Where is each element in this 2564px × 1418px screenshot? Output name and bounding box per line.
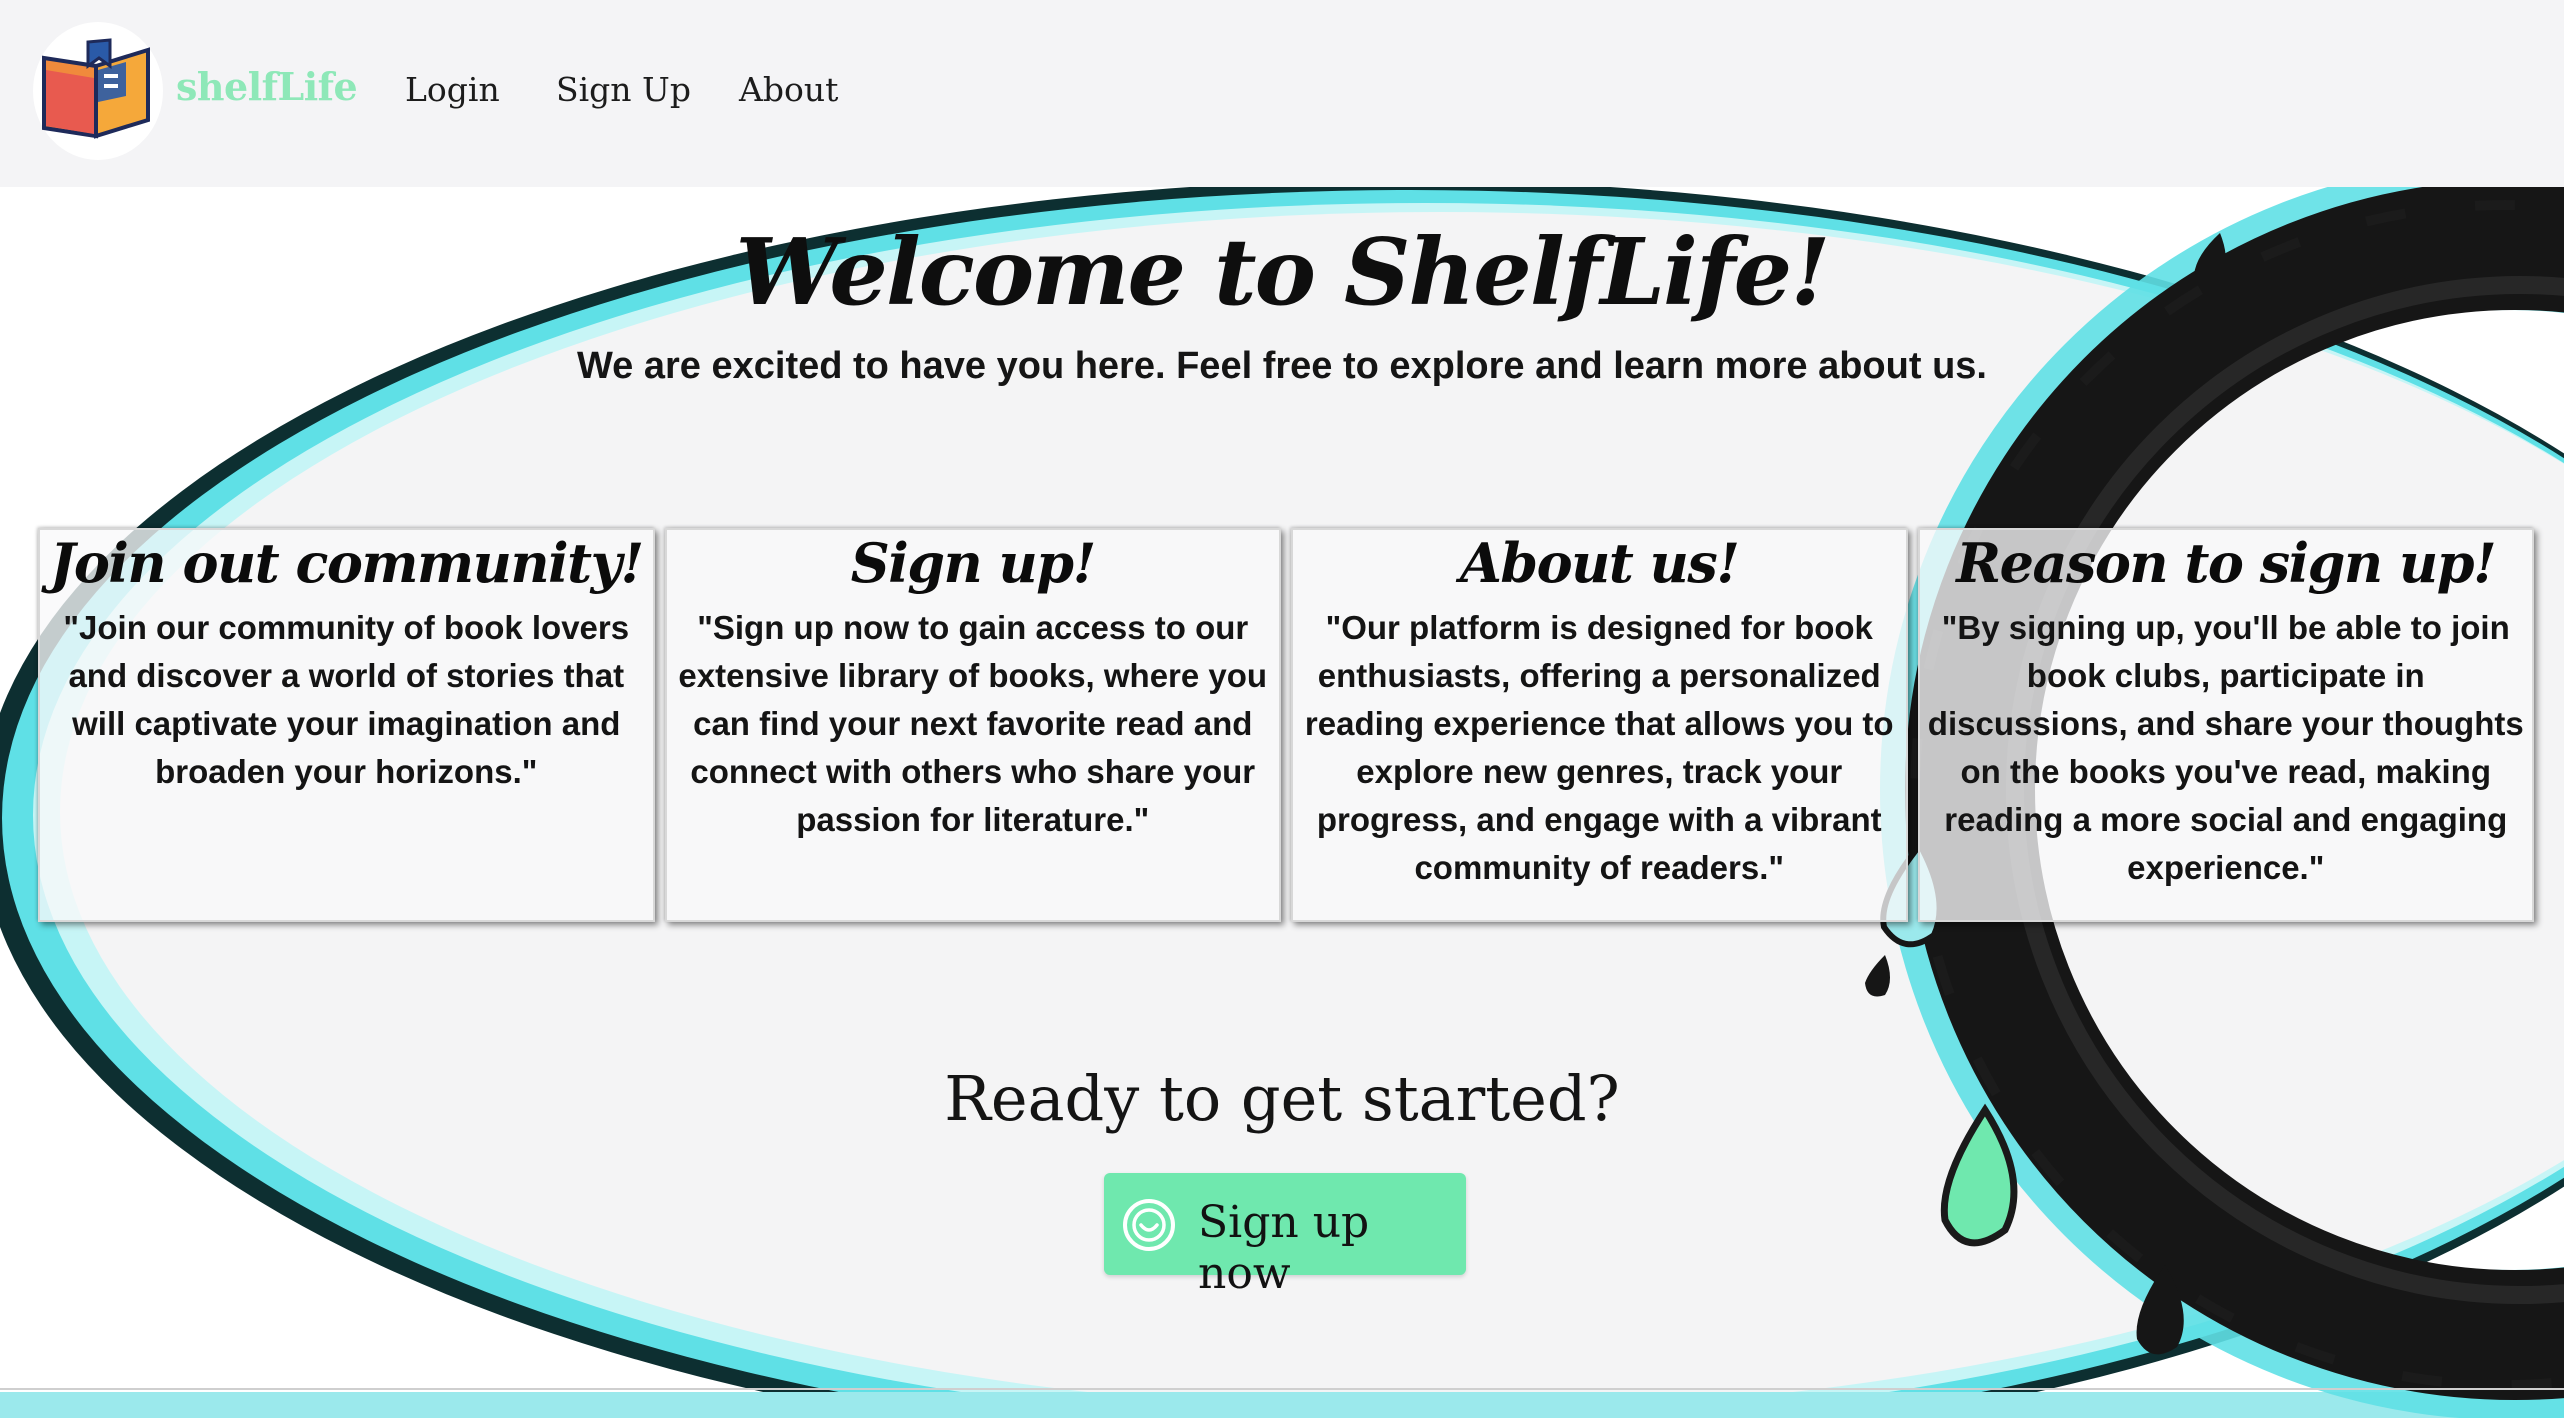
sign-up-now-label: Sign up now: [1198, 1197, 1370, 1299]
footer-divider: [0, 1388, 2564, 1390]
card-title: Reason to sign up!: [1956, 531, 2496, 595]
cta-heading: Ready to get started?: [944, 1062, 1620, 1135]
card-text: "Sign up now to gain access to our exten…: [678, 609, 1268, 838]
card-title: Join out community!: [49, 531, 644, 595]
nav-link-sign-up[interactable]: Sign Up: [556, 70, 691, 109]
card-title: Sign up!: [850, 531, 1097, 595]
card-reason-to-sign-up: Reason to sign up! "By signing up, you'l…: [1917, 528, 2534, 922]
brand-name[interactable]: shelfLife: [176, 64, 358, 109]
hero-subtitle: We are excited to have you here. Feel fr…: [577, 345, 1987, 387]
card-text: "By signing up, you'll be able to join b…: [1927, 609, 2524, 886]
card-sign-up: Sign up! "Sign up now to gain access to …: [664, 528, 1281, 922]
card-text: "Join our community of book lovers and d…: [63, 609, 630, 790]
card-text: "Our platform is designed for book enthu…: [1304, 609, 1894, 886]
hero-title: Welcome to ShelfLife!: [735, 218, 1831, 326]
open-book-logo-icon[interactable]: [38, 36, 158, 146]
navbar: shelfLife Login Sign Up About: [0, 0, 2564, 187]
card-title: About us!: [1459, 531, 1740, 595]
nav-link-login[interactable]: Login: [405, 70, 500, 109]
sign-up-now-button[interactable]: Sign up now: [1104, 1173, 1466, 1299]
spiral-smile-icon: [1123, 1199, 1175, 1251]
card-about-us: About us! "Our platform is designed for …: [1291, 528, 1908, 922]
card-join-community: Join out community! "Join our community …: [38, 528, 655, 922]
nav-link-about[interactable]: About: [739, 70, 838, 109]
feature-cards: Join out community! "Join our community …: [38, 528, 2534, 922]
page: shelfLife Login Sign Up About Welcome to…: [0, 0, 2564, 1418]
